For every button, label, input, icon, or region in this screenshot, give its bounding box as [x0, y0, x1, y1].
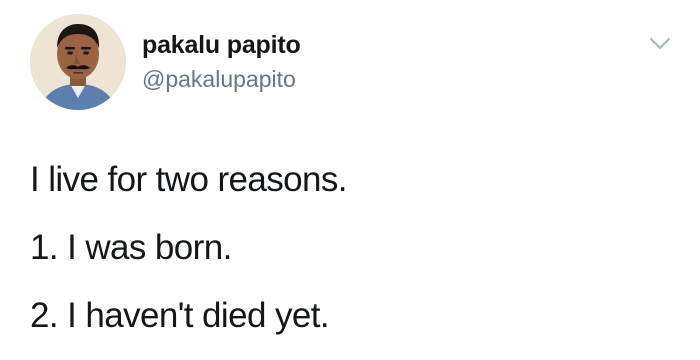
- tweet-line: I live for two reasons.: [30, 160, 347, 199]
- author-block: pakalu papito @pakalupapito: [142, 30, 301, 94]
- display-name[interactable]: pakalu papito: [142, 30, 301, 60]
- avatar-image: [30, 14, 126, 110]
- tweet-text: I live for two reasons. 1. I was born. 2…: [30, 158, 670, 338]
- tweet-line: 1. I was born.: [30, 228, 232, 267]
- tweet-header: pakalu papito @pakalupapito: [30, 14, 670, 114]
- tweet-card: pakalu papito @pakalupapito I live for t…: [0, 0, 700, 360]
- tweet-line: 2. I haven't died yet.: [30, 296, 330, 335]
- user-handle[interactable]: @pakalupapito: [142, 64, 301, 94]
- avatar[interactable]: [30, 14, 126, 110]
- chevron-down-icon[interactable]: [648, 36, 672, 52]
